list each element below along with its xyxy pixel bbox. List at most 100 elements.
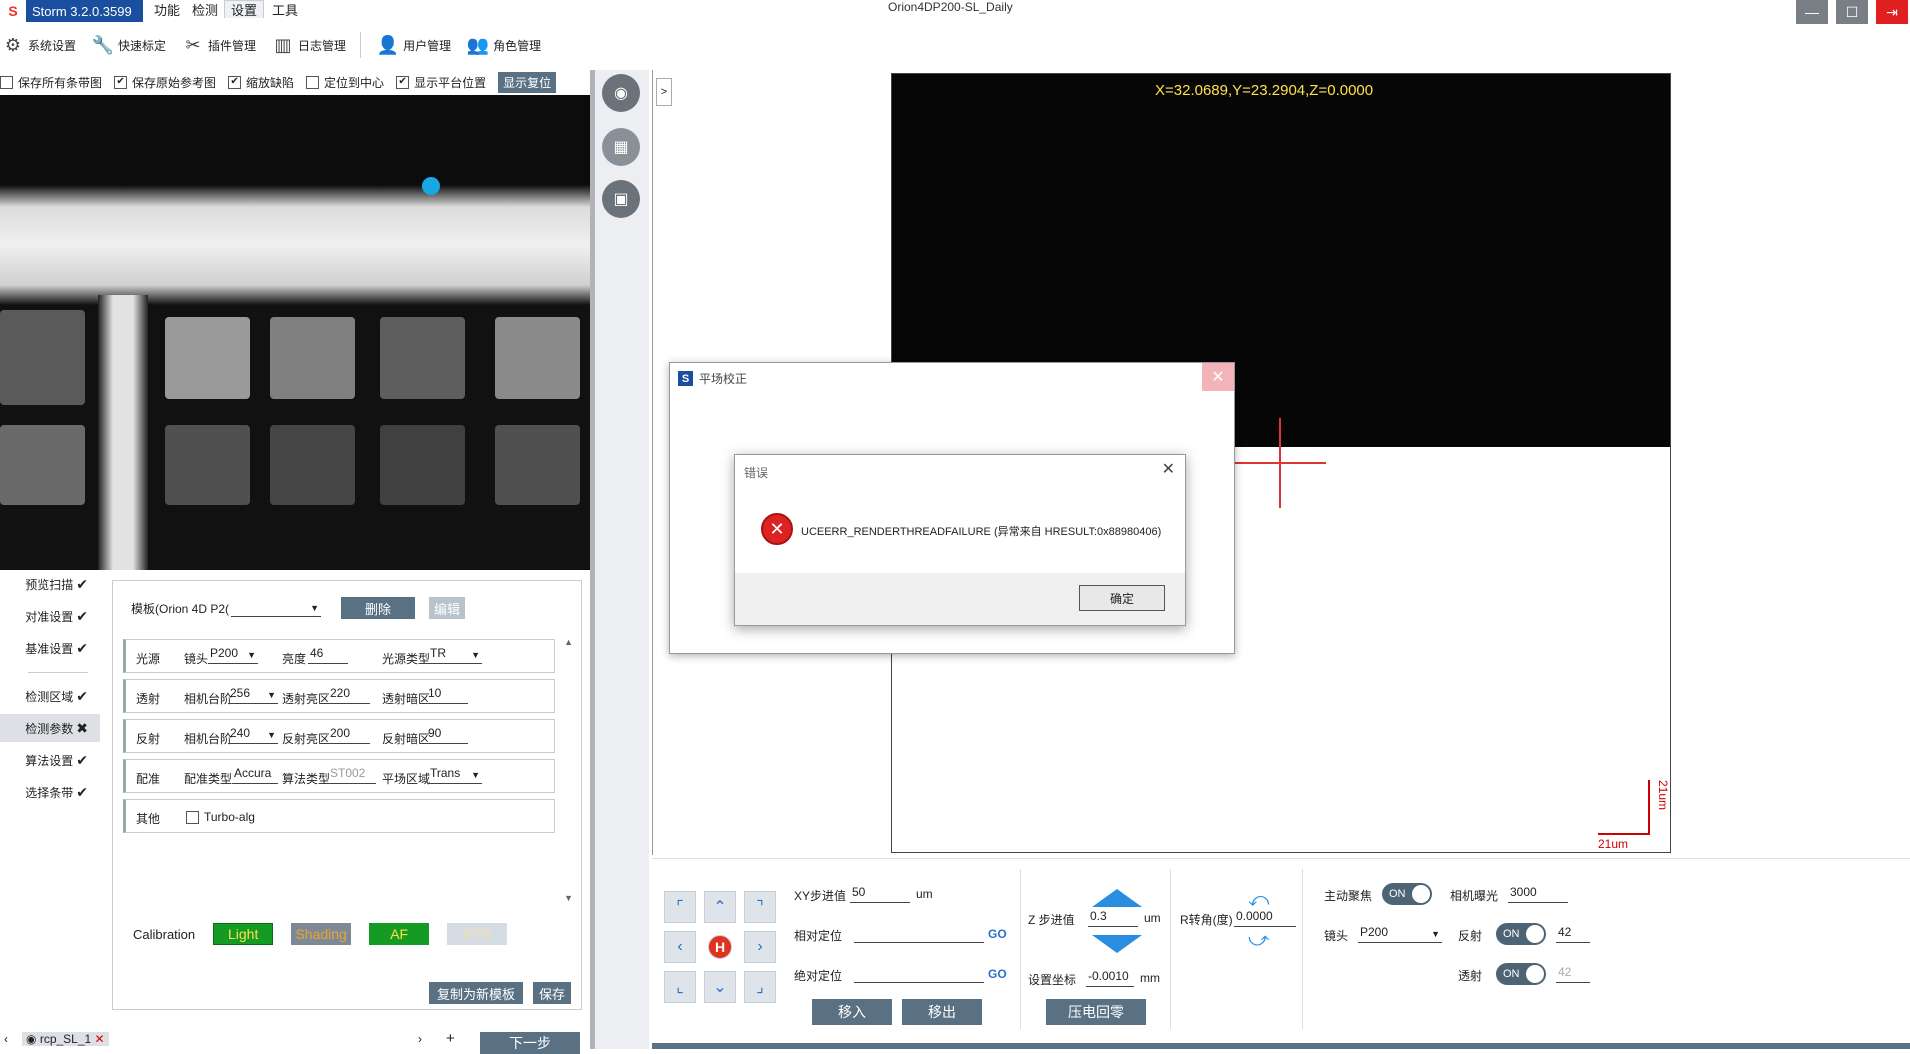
transmission-toggle[interactable]: ON: [1496, 963, 1546, 985]
piezo-zero-button[interactable]: 压电回零: [1046, 999, 1146, 1025]
move-down-right-icon[interactable]: ⌟: [744, 971, 776, 1003]
turbo-checkbox[interactable]: Turbo-alg: [186, 810, 255, 824]
ok-button[interactable]: 确定: [1079, 585, 1165, 611]
move-down-left-icon[interactable]: ⌞: [664, 971, 696, 1003]
move-up-left-icon[interactable]: ⌜: [664, 891, 696, 923]
toolbar-system-settings[interactable]: ⚙ 系统设置: [0, 34, 76, 56]
dialog-close-button[interactable]: ✕: [1202, 363, 1234, 391]
align-type-input[interactable]: Accura: [232, 766, 278, 784]
menu-settings[interactable]: 设置: [224, 0, 265, 18]
absolute-pos-input[interactable]: [854, 965, 984, 983]
save-button[interactable]: 保存: [533, 982, 571, 1004]
checkbox-unchecked[interactable]: [306, 75, 320, 89]
trans-step-select[interactable]: 256 ▼: [228, 686, 278, 704]
move-left-icon[interactable]: ‹: [664, 931, 696, 963]
expand-button[interactable]: >: [656, 78, 672, 106]
set-coord-input[interactable]: -0.0010: [1086, 969, 1134, 987]
trans-bright-input[interactable]: 220: [328, 686, 370, 704]
calib-light-button[interactable]: Light: [213, 923, 274, 945]
close-tab-icon[interactable]: ✕: [95, 1032, 105, 1046]
move-right-icon[interactable]: ›: [744, 931, 776, 963]
transmission-input[interactable]: 42: [1556, 965, 1590, 983]
option-zoom-defect[interactable]: ✔ 缩放缺陷: [228, 74, 294, 91]
move-down-icon[interactable]: ⌄: [704, 971, 736, 1003]
checkbox-checked[interactable]: ✔: [114, 75, 128, 89]
tab-next-icon[interactable]: ›: [418, 1032, 422, 1046]
add-tab-icon[interactable]: +: [446, 1030, 455, 1047]
refl-dark-input[interactable]: 90: [426, 726, 468, 744]
lens-select[interactable]: P200 ▼: [1358, 925, 1442, 943]
move-up-icon[interactable]: ⌃: [704, 891, 736, 923]
option-save-original-ref[interactable]: ✔ 保存原始参考图: [114, 74, 216, 91]
flat-area-select[interactable]: Trans ▼: [428, 766, 482, 784]
z-step-input[interactable]: 0.3: [1088, 909, 1138, 927]
alg-type-input[interactable]: ST002: [328, 766, 376, 784]
rotate-cw-icon[interactable]: ⤻: [1248, 929, 1269, 952]
camera-icon[interactable]: ◉: [602, 74, 640, 112]
trans-dark-input[interactable]: 10: [426, 686, 468, 704]
home-icon[interactable]: H: [708, 935, 732, 959]
move-out-button[interactable]: 移出: [902, 999, 982, 1025]
toolbar-log-manager[interactable]: ▥ 日志管理: [270, 34, 347, 56]
toolbar-role-manager[interactable]: 👥 角色管理: [465, 34, 541, 56]
copy-new-template-button[interactable]: 复制为新模板: [429, 982, 523, 1004]
image-icon[interactable]: ▣: [602, 180, 640, 218]
minimize-button[interactable]: —: [1796, 0, 1828, 24]
light-type-select[interactable]: TR ▼: [428, 646, 482, 664]
error-close-icon[interactable]: ✕: [1162, 459, 1175, 479]
scroll-down-icon[interactable]: ▼: [564, 893, 573, 903]
reflection-toggle[interactable]: ON: [1496, 923, 1546, 945]
location-pin-icon[interactable]: [422, 177, 440, 195]
relative-pos-input[interactable]: [854, 925, 984, 943]
step-detect-params[interactable]: 检测参数 ✖: [0, 714, 100, 742]
move-in-button[interactable]: 移入: [812, 999, 892, 1025]
scroll-up-icon[interactable]: ▲: [564, 637, 573, 647]
menu-detect[interactable]: 检测: [186, 0, 224, 18]
calib-shading-button[interactable]: Shading: [291, 923, 352, 945]
step-align[interactable]: 对准设置 ✔: [0, 602, 100, 630]
next-step-button[interactable]: 下一步: [480, 1032, 580, 1054]
lens-select[interactable]: P200 ▼: [208, 646, 258, 664]
checkbox-unchecked[interactable]: [186, 810, 199, 824]
z-down-icon[interactable]: [1092, 935, 1142, 953]
exit-button[interactable]: ⇥: [1876, 0, 1908, 24]
step-baseline[interactable]: 基准设置 ✔: [0, 634, 100, 662]
menu-function[interactable]: 功能: [148, 0, 186, 18]
menu-tools[interactable]: 工具: [266, 0, 304, 18]
relative-go-icon[interactable]: GO: [988, 927, 1007, 941]
show-reset-button[interactable]: 显示复位: [498, 71, 557, 93]
option-center[interactable]: 定位到中心: [306, 74, 384, 91]
recipe-tab[interactable]: ◉ rcp_SL_1 ✕: [22, 1032, 109, 1046]
step-algorithm[interactable]: 算法设置 ✔: [0, 746, 100, 774]
step-preview-scan[interactable]: 预览扫描 ✔: [0, 570, 100, 598]
step-detect-area[interactable]: 检测区域 ✔: [0, 682, 100, 710]
refl-bright-input[interactable]: 200: [328, 726, 370, 744]
move-up-right-icon[interactable]: ⌝: [744, 891, 776, 923]
z-up-icon[interactable]: [1092, 889, 1142, 907]
toolbar-plugin-manager[interactable]: ✂ 插件管理: [180, 34, 256, 56]
option-save-all-strips[interactable]: 保存所有条带图: [0, 74, 102, 91]
option-show-stage[interactable]: ✔ 显示平台位置: [396, 74, 486, 91]
calib-rtb-button[interactable]: RTB: [447, 923, 508, 945]
xy-step-input[interactable]: 50: [850, 885, 910, 903]
step-select-strip[interactable]: 选择条带 ✔: [0, 778, 100, 806]
camera-preview[interactable]: [0, 95, 590, 570]
maximize-button[interactable]: ☐: [1836, 0, 1868, 24]
absolute-go-icon[interactable]: GO: [988, 967, 1007, 981]
template-select[interactable]: ▼: [231, 599, 322, 617]
calib-af-button[interactable]: AF: [369, 923, 430, 945]
edit-button[interactable]: 编辑: [429, 597, 466, 619]
toolbar-quick-calibration[interactable]: 🔧 快速标定: [90, 34, 166, 56]
reflection-input[interactable]: 42: [1556, 925, 1590, 943]
tab-prev-icon[interactable]: ‹: [4, 1032, 8, 1046]
checkbox-checked[interactable]: ✔: [228, 75, 242, 89]
checkbox-checked[interactable]: ✔: [396, 75, 410, 89]
brightness-input[interactable]: 46: [308, 646, 348, 664]
delete-button[interactable]: 删除: [341, 597, 416, 619]
autofocus-toggle[interactable]: ON: [1382, 883, 1432, 905]
refl-step-select[interactable]: 240 ▼: [228, 726, 278, 744]
grid-settings-icon[interactable]: ▦: [602, 128, 640, 166]
rotation-input[interactable]: 0.0000: [1234, 909, 1296, 927]
exposure-input[interactable]: 3000: [1508, 885, 1568, 903]
checkbox-unchecked[interactable]: [0, 75, 13, 89]
